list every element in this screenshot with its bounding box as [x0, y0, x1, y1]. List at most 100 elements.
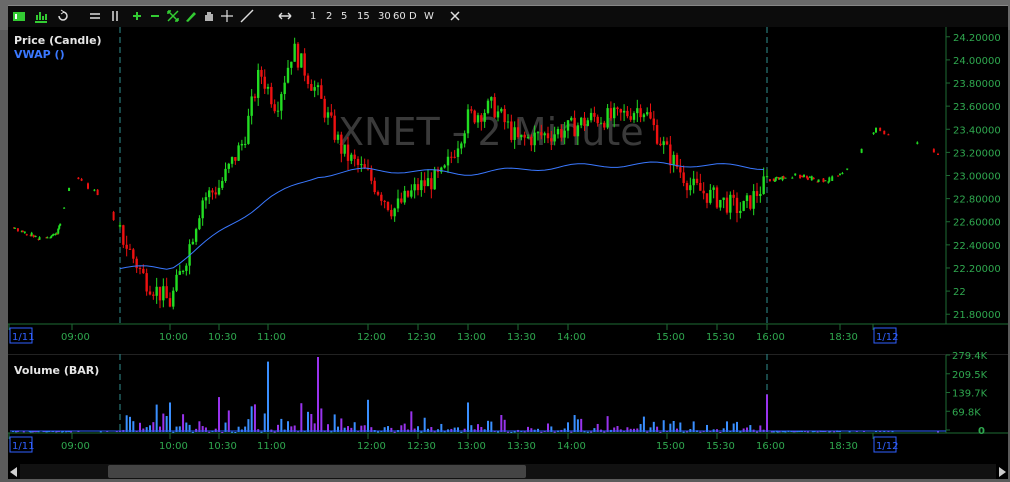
zoom-in-icon[interactable]: [130, 9, 144, 23]
candle-body: [652, 118, 655, 126]
period-button-60[interactable]: 60: [393, 8, 406, 26]
vertical-lines-icon[interactable]: [108, 9, 122, 23]
chart-svg[interactable]: XNET - 2 Minute24.2000024.0000023.800002…: [8, 27, 1008, 464]
volume-bar: [234, 431, 237, 433]
volume-bar: [467, 402, 469, 432]
candle-body: [642, 114, 646, 118]
volume-bar: [510, 431, 513, 433]
candle-body: [456, 148, 460, 157]
horizontal-lines-icon[interactable]: [88, 9, 102, 23]
candle-body: [496, 111, 500, 118]
pencil-icon[interactable]: [184, 9, 198, 23]
period-button-1[interactable]: 1: [310, 8, 316, 26]
scroll-track[interactable]: [20, 464, 996, 479]
candle-body: [34, 235, 37, 238]
horizontal-scrollbar[interactable]: [8, 464, 1008, 479]
close-icon[interactable]: [448, 9, 462, 23]
x-tick-label: 10:00: [159, 332, 188, 343]
candle-body: [536, 132, 540, 134]
candle-body: [916, 142, 919, 144]
candle-body: [486, 100, 490, 113]
x-tick-label: 10:00: [159, 441, 188, 452]
volume-bar: [503, 419, 506, 432]
candle-body: [390, 209, 393, 217]
volume-bar: [280, 418, 283, 432]
period-button-D[interactable]: D: [409, 8, 417, 26]
candle-body: [646, 112, 649, 115]
period-button-15[interactable]: 15: [357, 8, 370, 26]
candle-body: [280, 94, 283, 111]
volume-bar: [29, 431, 32, 433]
candle-body: [59, 223, 62, 226]
vwap-line: [119, 161, 764, 270]
candle-body: [759, 193, 762, 196]
x-tick-label: 15:30: [706, 332, 735, 343]
volume-bar: [263, 413, 266, 432]
pan-icon[interactable]: [278, 9, 292, 23]
volume-bar: [537, 428, 539, 432]
candle-body: [403, 190, 406, 203]
period-button-30[interactable]: 30: [378, 8, 391, 26]
line-tool-icon[interactable]: [240, 9, 254, 23]
period-button-2[interactable]: 2: [326, 8, 332, 26]
volume-bar: [132, 421, 135, 432]
volume-bar: [646, 431, 649, 433]
candle-body: [336, 134, 340, 140]
volume-bar: [320, 408, 323, 432]
candle-body: [155, 286, 158, 296]
candle-body: [52, 234, 55, 236]
candle-body: [593, 112, 596, 117]
hand-icon[interactable]: [202, 9, 216, 23]
crosshair-icon[interactable]: [220, 9, 234, 23]
volume-bar: [573, 415, 576, 432]
x-tick-label: 13:00: [457, 441, 486, 452]
panel-divider: [8, 354, 1008, 355]
period-button-5[interactable]: 5: [341, 8, 347, 26]
candle-body: [286, 67, 290, 83]
zoom-out-icon[interactable]: [148, 9, 162, 23]
candle-body: [837, 175, 840, 177]
fit-icon[interactable]: [166, 9, 180, 23]
x-tick-label: 14:00: [557, 441, 586, 452]
candle-body: [234, 157, 237, 161]
candle-body: [393, 208, 396, 217]
volume-bar: [218, 397, 220, 432]
candle-body: [705, 193, 709, 203]
candle-body: [672, 154, 675, 166]
chart-panel[interactable]: XNET - 2 Minute 24.20000 24.00000 23.80000 2…: [8, 27, 1008, 464]
candle-body: [446, 156, 450, 166]
candle-body: [883, 130, 886, 135]
volume-bar: [776, 431, 779, 433]
candle-body: [63, 207, 66, 209]
candle-body: [93, 189, 96, 191]
candle-body: [32, 234, 35, 237]
candle-body: [506, 121, 510, 123]
volume-bar: [682, 431, 685, 433]
volume-bar: [450, 428, 453, 432]
x-tick-label: 09:00: [61, 332, 90, 343]
candle-body: [135, 258, 138, 269]
volume-bar: [221, 431, 224, 433]
candle-body: [330, 112, 333, 116]
toolbar-strip: 1 2 5 15 30 60 D W: [8, 5, 1008, 28]
scroll-left-icon[interactable]: [10, 467, 17, 477]
scroll-thumb[interactable]: [108, 465, 526, 478]
candle-body: [122, 225, 125, 245]
candle-body: [712, 187, 715, 190]
volume-bar: [739, 431, 742, 433]
candle-body: [649, 112, 652, 119]
volume-bar: [231, 431, 234, 433]
period-button-W[interactable]: W: [424, 8, 434, 26]
candle-body: [822, 178, 825, 183]
candle-chart-icon[interactable]: [12, 9, 26, 23]
candle-body: [665, 141, 669, 145]
volume-bar: [155, 404, 158, 432]
volume-bar: [287, 421, 289, 432]
scroll-right-icon[interactable]: [999, 467, 1006, 477]
volume-bar: [125, 415, 128, 432]
refresh-icon[interactable]: [56, 9, 70, 23]
candle-body: [846, 168, 849, 170]
bar-chart-icon[interactable]: [34, 9, 48, 23]
candle-body: [420, 180, 423, 191]
volume-bar: [606, 416, 609, 432]
